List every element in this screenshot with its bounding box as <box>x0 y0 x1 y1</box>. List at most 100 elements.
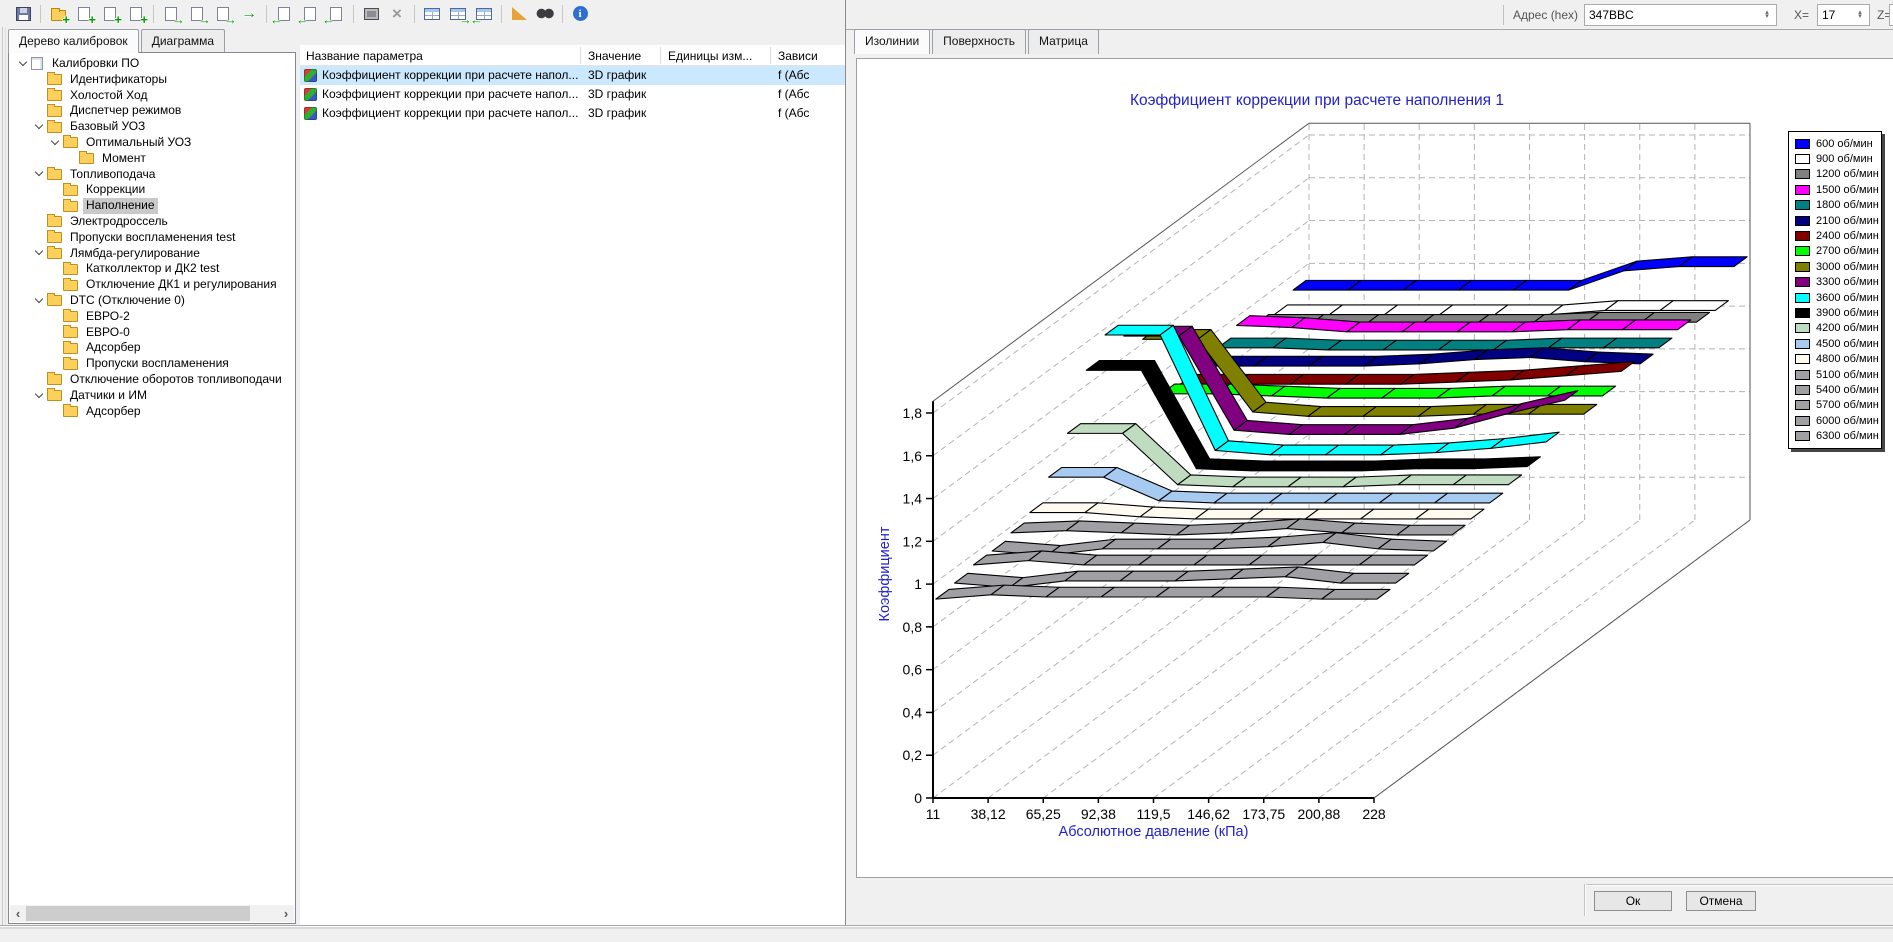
measure-icon[interactable] <box>507 3 531 25</box>
tree-item[interactable]: Пропуски воспламенения test <box>9 230 295 246</box>
info-icon[interactable]: i <box>568 3 592 25</box>
tab-surface[interactable]: Поверхность <box>932 29 1026 54</box>
tree-item[interactable]: Топливоподача <box>9 167 295 183</box>
export-bin-icon[interactable]: → <box>159 3 183 25</box>
add-map-2d-icon[interactable]: + <box>98 3 122 25</box>
tree-item-label[interactable]: Пропуски воспламенения <box>83 356 232 372</box>
toolbar-separator <box>266 5 267 23</box>
tree-item[interactable]: Коррекции <box>9 182 295 198</box>
legend-label: 1200 об/мин <box>1816 168 1879 180</box>
tree-item[interactable]: DTC (Отключение 0) <box>9 293 295 309</box>
column-separator[interactable] <box>660 47 661 64</box>
tree-item-label[interactable]: Датчики и ИМ <box>67 388 150 404</box>
tree-item[interactable]: Момент <box>9 151 295 167</box>
column-header-units[interactable]: Единицы изм... <box>668 49 752 63</box>
column-header-value[interactable]: Значение <box>588 49 641 63</box>
tree-item[interactable]: ЕВРО-0 <box>9 325 295 341</box>
tree-item[interactable]: Датчики и ИМ <box>9 388 295 404</box>
import-dat-icon[interactable]: ← <box>324 3 348 25</box>
tree-horizontal-scrollbar[interactable]: ‹ › <box>10 905 294 922</box>
folder-icon <box>47 390 62 401</box>
tree-item[interactable]: Базовый УОЗ <box>9 119 295 135</box>
import-bin-icon[interactable]: ← <box>272 3 296 25</box>
cancel-button[interactable]: Отмена <box>1686 891 1756 911</box>
scrollbar-thumb[interactable] <box>26 906 250 921</box>
tree-item-label[interactable]: Адсорбер <box>83 340 144 356</box>
x-spinner[interactable]: ▴▾ <box>1852 5 1868 25</box>
tree-item[interactable]: Идентификаторы <box>9 72 295 88</box>
scrollbar-left-arrow[interactable]: ‹ <box>10 905 26 922</box>
tree-item-label[interactable]: Лямбда-регулирование <box>67 246 203 262</box>
tree-item-label[interactable]: ЕВРО-0 <box>83 325 133 341</box>
legend-swatch <box>1795 154 1810 164</box>
add-map-1d-icon[interactable]: + <box>72 3 96 25</box>
save-icon[interactable] <box>11 3 35 25</box>
table-row[interactable]: Коэффициент коррекции при расчете напол.… <box>300 85 846 104</box>
tree-item-label[interactable]: Катколлектор и ДК2 test <box>83 261 222 277</box>
z-input[interactable] <box>1889 4 1893 26</box>
tree-item-label[interactable]: Идентификаторы <box>67 72 170 88</box>
table-row[interactable]: Коэффициент коррекции при расчете напол.… <box>300 66 846 85</box>
tree-item-label[interactable]: Топливоподача <box>67 167 158 183</box>
tree-item-label[interactable]: Момент <box>99 151 149 167</box>
tree-item-label[interactable]: Коррекции <box>83 182 148 198</box>
export-hex-icon[interactable]: → <box>185 3 209 25</box>
table-row[interactable]: Коэффициент коррекции при расчете напол.… <box>300 104 846 123</box>
tab-diagram[interactable]: Диаграмма <box>141 29 225 53</box>
column-separator[interactable] <box>770 47 771 64</box>
table-icon[interactable] <box>420 3 444 25</box>
param-value-cell: 3D график <box>588 106 646 120</box>
tree-item-label[interactable]: ЕВРО-2 <box>83 309 133 325</box>
add-folder-icon[interactable]: + <box>46 3 70 25</box>
tree-item-label[interactable]: Пропуски воспламенения test <box>67 230 238 246</box>
tree-item[interactable]: Катколлектор и ДК2 test <box>9 261 295 277</box>
legend-label: 5400 об/мин <box>1816 384 1879 396</box>
tree-item[interactable]: Отключение ДК1 и регулирования <box>9 277 295 293</box>
tree-item-label[interactable]: Отключение оборотов топливоподачи <box>67 372 285 388</box>
add-map-3d-icon[interactable]: + <box>124 3 148 25</box>
import-hex-icon[interactable]: ← <box>298 3 322 25</box>
tree-item[interactable]: Наполнение <box>9 198 295 214</box>
ok-button[interactable]: Ок <box>1594 891 1672 911</box>
chip-icon[interactable] <box>359 3 383 25</box>
tree-item-label[interactable]: Оптимальный УОЗ <box>83 135 194 151</box>
tree-item[interactable]: Адсорбер <box>9 404 295 420</box>
address-spinner[interactable]: ▴▾ <box>1759 5 1775 25</box>
tab-matrix[interactable]: Матрица <box>1028 29 1099 54</box>
tree-item[interactable]: Холостой Ход <box>9 88 295 104</box>
tree-item-label[interactable]: Холостой Ход <box>67 88 150 104</box>
search-icon[interactable] <box>533 3 557 25</box>
table-export-icon[interactable]: → <box>446 3 470 25</box>
tree-item-label[interactable]: Калибровки ПО <box>49 56 142 72</box>
column-header-name[interactable]: Название параметра <box>306 49 423 63</box>
tree-item[interactable]: ЕВРО-2 <box>9 309 295 325</box>
tree-item-label[interactable]: Отключение ДК1 и регулирования <box>83 277 280 293</box>
folder-icon <box>63 137 78 148</box>
tree-item[interactable]: Адсорбер <box>9 340 295 356</box>
tab-calibration-tree[interactable]: Дерево калибровок <box>8 29 139 53</box>
export-dat-icon[interactable]: → <box>211 3 235 25</box>
export-run-icon[interactable]: → <box>237 3 261 25</box>
column-header-dependency[interactable]: Зависи <box>778 49 818 63</box>
tree-item-label[interactable]: DTC (Отключение 0) <box>67 293 188 309</box>
tree-item-label[interactable]: Адсорбер <box>83 404 144 420</box>
tree-item-label[interactable]: Базовый УОЗ <box>67 119 148 135</box>
chip-disabled-icon[interactable]: × <box>385 3 409 25</box>
tree-item[interactable]: Калибровки ПО <box>9 56 295 72</box>
svg-text:92,38: 92,38 <box>1081 806 1116 822</box>
table-import-icon[interactable]: ← <box>472 3 496 25</box>
tree-item[interactable]: Электродроссель <box>9 214 295 230</box>
tree-item-label[interactable]: Наполнение <box>83 198 158 214</box>
tree-item[interactable]: Пропуски воспламенения <box>9 356 295 372</box>
tab-isolines[interactable]: Изолинии <box>854 29 930 54</box>
address-input[interactable] <box>1584 4 1777 26</box>
svg-text:0,2: 0,2 <box>903 747 923 763</box>
column-separator[interactable] <box>580 47 581 64</box>
tree-item[interactable]: Лямбда-регулирование <box>9 246 295 262</box>
tree-item[interactable]: Отключение оборотов топливоподачи <box>9 372 295 388</box>
tree-item[interactable]: Диспетчер режимов <box>9 103 295 119</box>
tree-item[interactable]: Оптимальный УОЗ <box>9 135 295 151</box>
tree-item-label[interactable]: Диспетчер режимов <box>67 103 184 119</box>
tree-item-label[interactable]: Электродроссель <box>67 214 171 230</box>
scrollbar-right-arrow[interactable]: › <box>278 905 294 922</box>
